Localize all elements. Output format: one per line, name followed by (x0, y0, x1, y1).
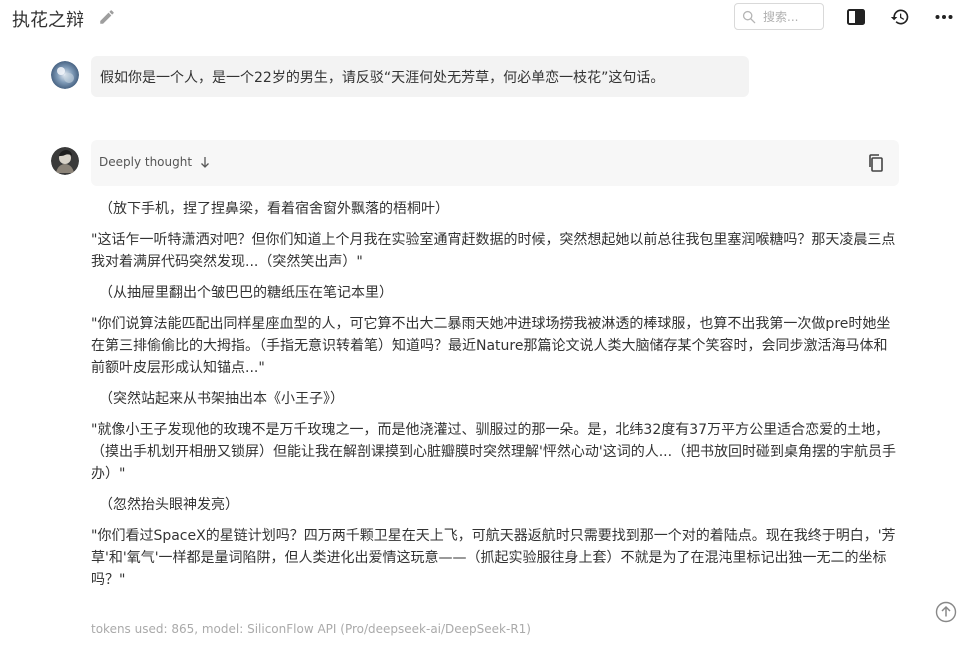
response-paragraph: （从抽屉里翻出个皱巴巴的糖纸压在笔记本里） (99, 285, 393, 301)
user-avatar (51, 61, 79, 89)
search-box[interactable] (734, 3, 824, 30)
user-message-bubble: 假如你是一个人，是一个22岁的男生，请反驳“天涯何处无芳草，何必单恋一枝花”这句… (91, 56, 749, 97)
sidebar-toggle-button[interactable] (845, 6, 867, 28)
response-paragraph: （放下手机，捏了捏鼻梁，看着宿舍窗外飘落的梧桐叶） (99, 201, 449, 217)
scroll-to-top-icon (935, 601, 957, 623)
thought-toggle[interactable]: Deeply thought (99, 155, 210, 169)
pencil-icon[interactable] (98, 8, 116, 26)
arrow-down-icon (200, 157, 209, 168)
user-message-text: 假如你是一个人，是一个22岁的男生，请反驳“天涯何处无芳草，何必单恋一枝花”这句… (100, 70, 665, 86)
conversation-title: 执花之辩 (12, 10, 84, 31)
scroll-to-top-button[interactable] (935, 601, 957, 623)
response-paragraph: "你们说算法能匹配出同样星座血型的人，可它算不出大二暴雨天她冲进球场捞我被淋透的… (91, 316, 891, 376)
thought-process-bar[interactable]: Deeply thought (91, 140, 899, 186)
sidebar-toggle-icon (847, 9, 865, 25)
token-usage-info: tokens used: 865, model: SiliconFlow API… (91, 622, 531, 636)
assistant-response: （放下手机，捏了捏鼻梁，看着宿舍窗外飘落的梧桐叶） "这话乍一听特潇洒对吧？但你… (91, 198, 899, 591)
top-bar: 执花之辩 (0, 0, 964, 34)
history-button[interactable] (889, 6, 911, 28)
more-horizontal-icon (935, 15, 953, 19)
thought-label-text: Deeply thought (99, 155, 193, 169)
search-icon (742, 10, 756, 23)
copy-icon (869, 154, 883, 172)
response-paragraph: "这话乍一听特潇洒对吧？但你们知道上个月我在实验室通宵赶数据的时候，突然想起她以… (91, 232, 896, 270)
response-paragraph: （突然站起来从书架抽出本《小王子》） (99, 391, 344, 407)
search-input[interactable] (763, 9, 823, 24)
response-paragraph: （忽然抬头眼神发亮） (99, 497, 239, 513)
more-options-button[interactable] (933, 6, 955, 28)
response-paragraph: "就像小王子发现他的玫瑰不是万千玫瑰之一，而是他浇灌过、驯服过的那一朵。是，北纬… (91, 422, 897, 482)
history-icon (890, 9, 909, 25)
response-paragraph: "你们看过SpaceX的星链计划吗？四万两千颗卫星在天上飞，可航天器返航时只需要… (91, 528, 896, 588)
assistant-avatar (51, 147, 79, 175)
copy-button[interactable] (867, 153, 885, 173)
